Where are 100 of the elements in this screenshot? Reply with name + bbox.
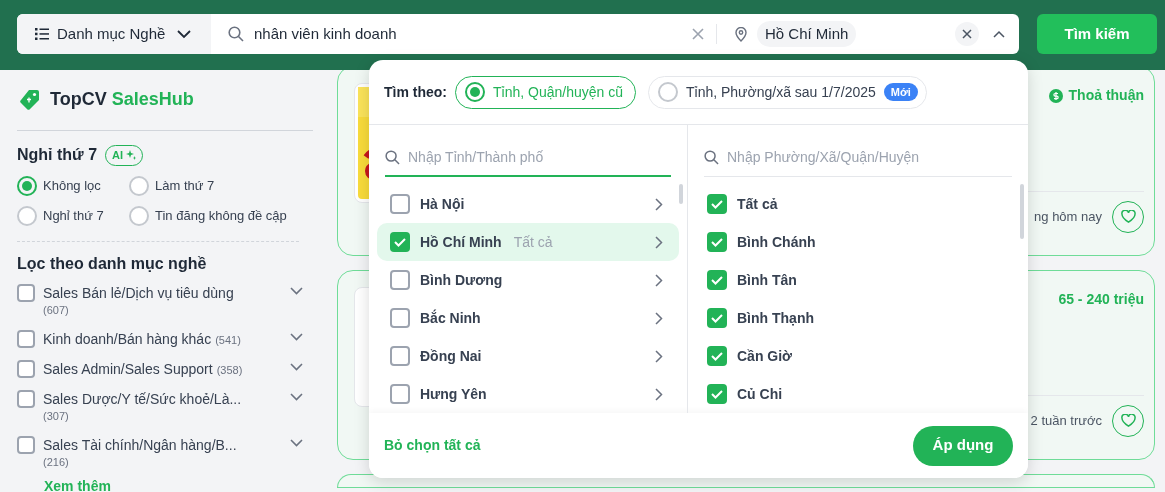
search-icon <box>385 149 400 165</box>
chevron-down-icon[interactable] <box>290 393 303 401</box>
district-name: Bình Tân <box>737 270 797 290</box>
category-dropdown-button[interactable]: Danh mục Nghề <box>17 14 211 54</box>
keyword-field[interactable]: nhân viên kinh doanh <box>211 14 716 54</box>
heart-icon <box>1120 210 1136 223</box>
location-chip: Hồ Chí Minh <box>757 20 857 48</box>
chevron-down-icon[interactable] <box>290 363 303 371</box>
sparkle-icon <box>126 150 137 160</box>
district-search-field[interactable]: Nhập Phường/Xã/Quận/Huyện <box>704 139 1012 177</box>
category-label: Sales Dược/Y tế/Sức khoẻ/Là... <box>43 390 243 408</box>
radio-button[interactable] <box>129 206 149 226</box>
checkbox[interactable] <box>390 232 410 252</box>
radio-button[interactable] <box>17 206 37 226</box>
checkbox[interactable] <box>390 270 410 290</box>
checkbox[interactable] <box>707 384 727 404</box>
job-count: (607) <box>43 303 70 318</box>
radio-button[interactable] <box>17 176 37 196</box>
checkbox[interactable] <box>390 308 410 328</box>
chevron-down-icon[interactable] <box>290 333 303 341</box>
dollar-icon <box>1048 88 1063 103</box>
salary-text: 65 - 240 triệu <box>1058 290 1144 309</box>
checkbox[interactable] <box>17 360 35 378</box>
chevron-down-icon <box>177 29 192 39</box>
checkbox[interactable] <box>390 384 410 404</box>
district-name: Cần Giờ <box>737 346 793 366</box>
checkbox[interactable] <box>390 194 410 214</box>
posted-time: ng hôm nay <box>1034 207 1102 226</box>
province-item[interactable]: Hà Nội <box>377 185 679 223</box>
chevron-right-icon <box>655 273 663 287</box>
search-input[interactable]: Nhập Tỉnh/Thành phố <box>408 146 671 168</box>
province-name: Hồ Chí Minh <box>420 232 502 252</box>
district-name: Bình Thạnh <box>737 308 814 328</box>
province-item[interactable]: Đồng Nai <box>377 337 679 375</box>
radio-button[interactable] <box>658 82 678 102</box>
chevron-right-icon <box>655 311 663 325</box>
radio-button[interactable] <box>129 176 149 196</box>
radio-label: Nghỉ thứ 7 <box>43 207 104 226</box>
checkbox[interactable] <box>707 346 727 366</box>
radio-label: Không lọc <box>43 177 101 196</box>
filter-title: Nghỉ thứ 7 <box>17 145 98 165</box>
category-label: Kinh doanh/Bán hàng khác <box>43 330 212 348</box>
location-pin-icon <box>735 26 747 42</box>
job-count: (541) <box>215 333 241 348</box>
province-item[interactable]: Bình Dương <box>377 261 679 299</box>
checkbox[interactable] <box>707 270 727 290</box>
brand-logo: TopCV SalesHub <box>50 88 194 111</box>
scrollbar[interactable] <box>679 184 683 204</box>
province-name: Hưng Yên <box>420 384 487 404</box>
job-count: (307) <box>43 409 70 424</box>
checkbox[interactable] <box>707 308 727 328</box>
radio-button[interactable] <box>465 82 485 102</box>
search-icon <box>228 26 244 42</box>
chevron-down-icon[interactable] <box>290 439 303 447</box>
province-name: Đồng Nai <box>420 346 482 366</box>
chevron-up-icon[interactable] <box>993 30 1005 38</box>
close-icon <box>962 29 972 39</box>
job-count: (216) <box>43 455 70 470</box>
chevron-right-icon <box>655 349 663 363</box>
checkbox[interactable] <box>17 284 35 302</box>
checkbox[interactable] <box>17 436 35 454</box>
province-name: Hà Nội <box>420 194 465 214</box>
chevron-right-icon <box>655 235 663 249</box>
selection-note: Tất cả <box>513 232 553 252</box>
checkbox[interactable] <box>17 390 35 408</box>
location-field[interactable]: Hồ Chí Minh <box>717 14 1019 54</box>
chevron-down-icon[interactable] <box>290 287 303 295</box>
filter-title: Lọc theo danh mục nghề <box>17 254 208 274</box>
search-icon <box>704 150 719 165</box>
province-item[interactable]: Hồ Chí Minh Tất cả <box>377 223 679 261</box>
category-label: Sales Admin/Sales Support <box>43 360 213 378</box>
search-by-label: Tìm theo: <box>384 82 447 102</box>
district-name: Tất cả <box>737 194 778 214</box>
keyword-text: nhân viên kinh doanh <box>254 23 398 44</box>
heart-icon <box>1120 414 1136 427</box>
checkbox[interactable] <box>707 232 727 252</box>
province-item[interactable]: Bắc Ninh <box>377 299 679 337</box>
new-badge: Mới <box>883 82 918 102</box>
price-tag-icon <box>20 88 40 111</box>
chevron-right-icon <box>655 197 663 211</box>
checkbox[interactable] <box>390 346 410 366</box>
province-name: Bắc Ninh <box>420 308 481 328</box>
category-label: Sales Tài chính/Ngân hàng/B... <box>43 436 238 454</box>
checkbox[interactable] <box>17 330 35 348</box>
search-input[interactable]: Nhập Phường/Xã/Quận/Huyện <box>727 147 1012 168</box>
district-name: Bình Chánh <box>737 232 816 252</box>
checkbox[interactable] <box>707 194 727 214</box>
clear-location-button[interactable] <box>955 22 979 46</box>
clear-icon[interactable] <box>692 28 704 40</box>
province-name: Bình Dương <box>420 270 503 290</box>
job-count: (358) <box>216 363 243 378</box>
category-label: Sales Bán lẻ/Dịch vụ tiêu dùng <box>43 284 235 302</box>
province-search-field[interactable]: Nhập Tỉnh/Thành phố <box>385 139 671 177</box>
province-item[interactable]: Hưng Yên <box>377 375 679 413</box>
radio-label: Tin đăng không đề cập <box>155 207 287 226</box>
list-icon <box>35 28 49 40</box>
chevron-right-icon <box>655 387 663 401</box>
radio-label: Làm thứ 7 <box>155 177 215 196</box>
district-name: Củ Chi <box>737 384 783 404</box>
scrollbar[interactable] <box>1020 184 1024 239</box>
